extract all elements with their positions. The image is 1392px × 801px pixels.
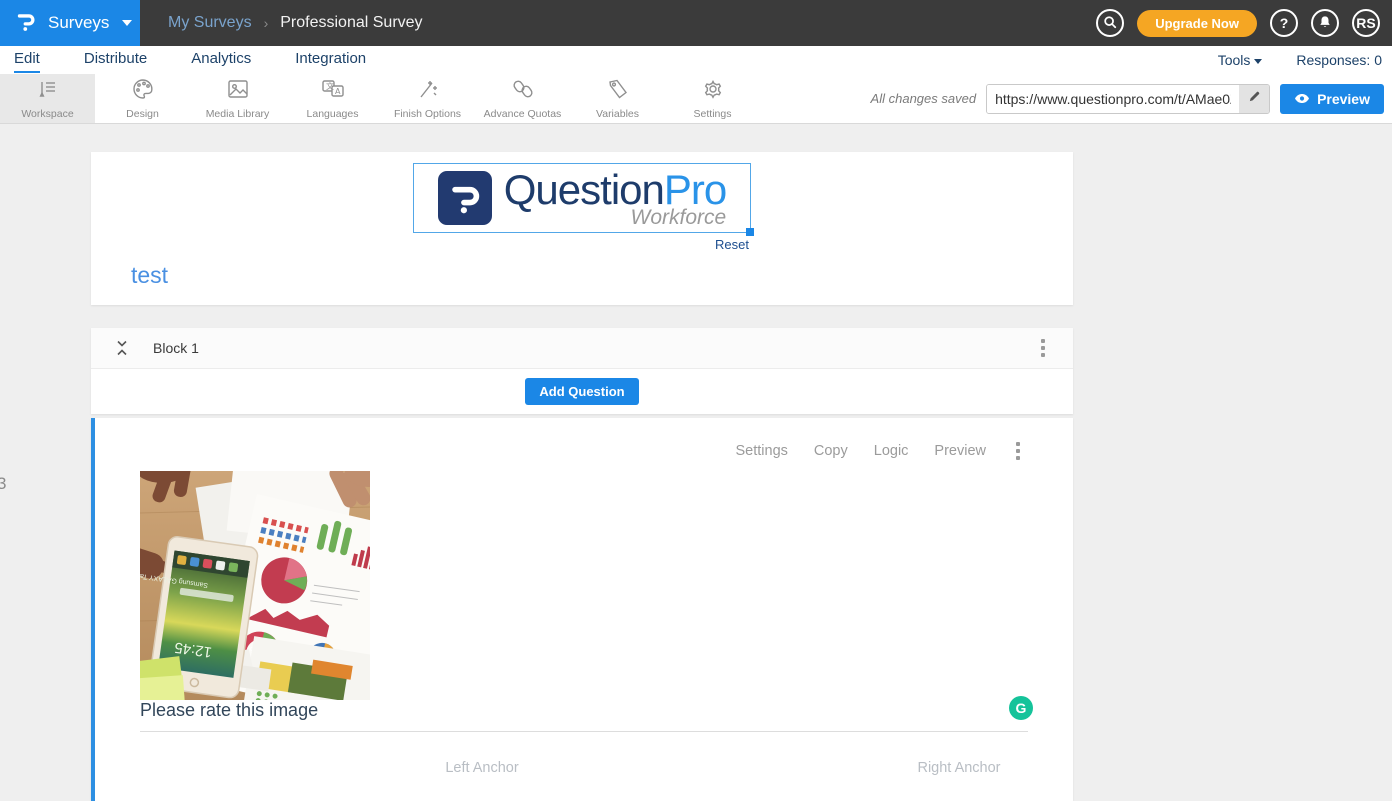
translate-icon: 文A [321,78,345,105]
gear-icon [701,78,725,105]
block-title: Block 1 [153,340,199,356]
tab-distribute[interactable]: Distribute [84,47,147,73]
toolbar-item-workspace[interactable]: Workspace [0,74,95,123]
question-card: 3 Settings Copy Logic Preview [91,418,1073,801]
editor-content: QuestionPro Workforce Reset test Block 1… [0,124,1392,801]
surveys-product-menu[interactable]: Surveys [0,0,140,46]
tabs-right-group: Tools Responses: 0 [1218,52,1392,68]
survey-url-input[interactable] [987,85,1239,113]
question-copy-link[interactable]: Copy [814,443,848,459]
question-image[interactable]: 56% [140,471,370,700]
logo-resize-handle[interactable] [746,228,754,236]
notifications-button[interactable] [1311,9,1339,37]
image-icon [226,78,250,105]
survey-header-card: QuestionPro Workforce Reset test [91,152,1073,305]
toolbar-item-finish-options[interactable]: Finish Options [380,74,475,123]
question-logic-link[interactable]: Logic [874,443,909,459]
questionpro-logo-icon [13,8,39,39]
question-preview-link[interactable]: Preview [934,443,986,459]
question-settings-link[interactable]: Settings [735,443,787,459]
tabs-group: Edit Distribute Analytics Integration [14,47,366,73]
palette-icon [131,78,155,105]
brand-label: Surveys [48,13,109,33]
toolbar-item-settings[interactable]: Settings [665,74,760,123]
tools-dropdown[interactable]: Tools [1218,52,1263,68]
edit-url-button[interactable] [1239,85,1269,113]
survey-url-group [986,84,1270,114]
question-number: 3 [0,474,6,494]
workspace-icon [36,78,60,105]
chevron-down-icon [1254,59,1262,64]
breadcrumb: My Surveys › Professional Survey [168,14,423,32]
toolbar-item-advance-quotas[interactable]: Advance Quotas [475,74,570,123]
survey-editor-page: Surveys My Surveys › Professional Survey… [0,0,1392,801]
block-header: Block 1 [91,328,1073,369]
add-question-button[interactable]: Add Question [525,378,638,405]
preview-button[interactable]: Preview [1280,84,1384,114]
toolbar-item-variables[interactable]: Variables [570,74,665,123]
topbar-actions: Upgrade Now ? RS [1096,9,1392,37]
breadcrumb-current: Professional Survey [280,14,422,32]
eye-icon [1294,91,1310,107]
editor-toolbar: Workspace Design Media Library 文A Langua… [0,74,1392,124]
avatar[interactable]: RS [1352,9,1380,37]
magic-wand-icon [416,78,440,105]
block-menu-button[interactable] [1037,335,1049,361]
questionpro-logo-mark-icon [438,171,492,225]
top-navbar: Surveys My Surveys › Professional Survey… [0,0,1392,46]
help-button[interactable]: ? [1270,9,1298,37]
search-button[interactable] [1096,9,1124,37]
breadcrumb-separator: › [264,15,269,31]
search-icon [1103,15,1117,32]
reset-logo-link[interactable]: Reset [715,237,751,252]
toolbar-item-design[interactable]: Design [95,74,190,123]
chain-links-icon [511,78,535,105]
svg-text:文: 文 [326,81,334,91]
question-actions: Settings Copy Logic Preview [95,418,1073,464]
chevron-down-icon [122,20,132,26]
toolbar-item-media-library[interactable]: Media Library [190,74,285,123]
tab-analytics[interactable]: Analytics [191,47,251,73]
block-card: Block 1 Add Question [91,328,1073,414]
pencil-icon [1248,90,1261,108]
tag-icon [606,78,630,105]
responses-count: Responses: 0 [1296,52,1382,68]
upgrade-now-button[interactable]: Upgrade Now [1137,10,1257,37]
toolbar-right-group: All changes saved Preview [871,74,1392,123]
question-menu-button[interactable] [1012,438,1024,464]
bell-icon [1318,15,1332,32]
block-body: Add Question [91,369,1073,414]
breadcrumb-my-surveys[interactable]: My Surveys [168,14,252,32]
survey-logo-selected[interactable]: QuestionPro Workforce [413,163,751,233]
logo-wordmark: QuestionPro Workforce [504,169,726,228]
question-text-underline [140,731,1028,732]
left-anchor-input[interactable] [397,760,567,776]
svg-text:A: A [335,87,341,96]
survey-title[interactable]: test [131,262,168,289]
section-tabs: Edit Distribute Analytics Integration To… [0,46,1392,74]
collapse-block-button[interactable] [115,340,129,356]
question-text[interactable]: Please rate this image [140,700,318,721]
tab-edit[interactable]: Edit [14,47,40,73]
toolbar-item-languages[interactable]: 文A Languages [285,74,380,123]
right-anchor-input[interactable] [874,760,1044,776]
grammarly-icon[interactable]: G [1009,696,1033,720]
tab-integration[interactable]: Integration [295,47,366,73]
save-status: All changes saved [871,91,977,106]
